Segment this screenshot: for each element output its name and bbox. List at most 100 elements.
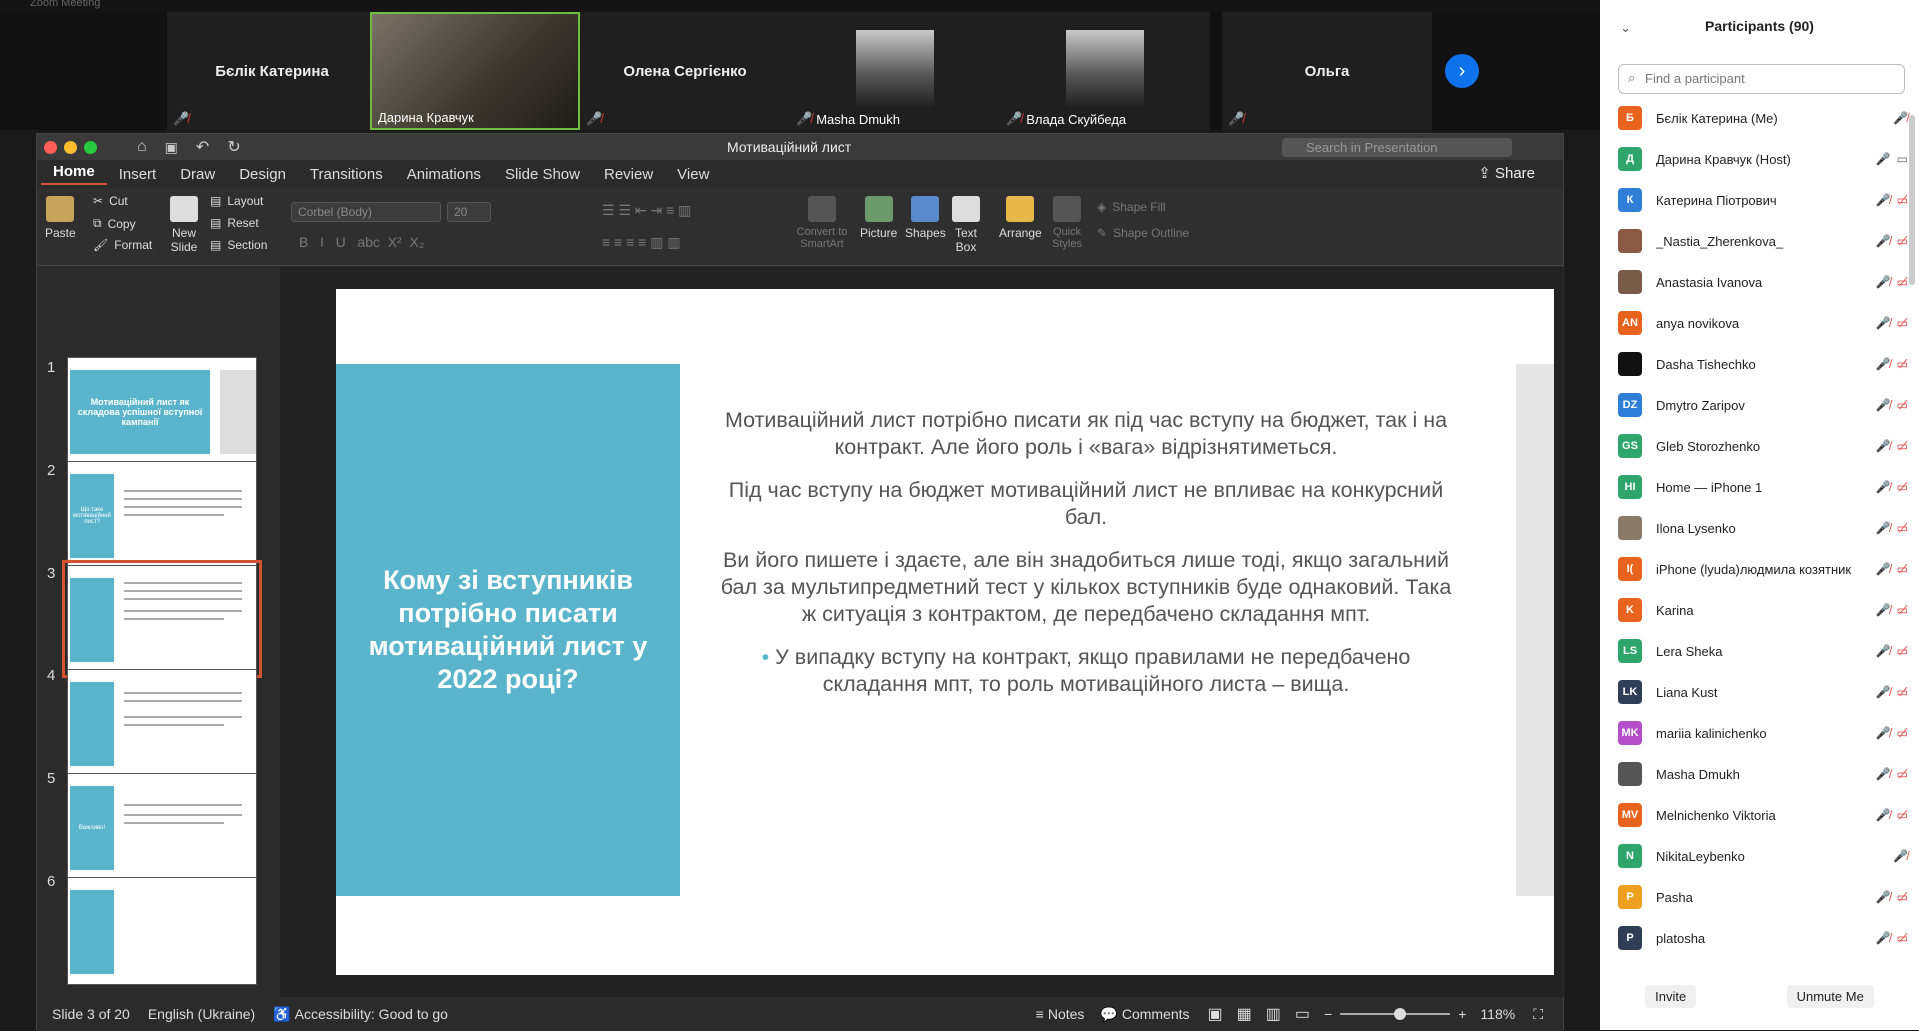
participant-row[interactable]: LK Liana Kust 🎤̸ ▭̸ bbox=[1618, 677, 1908, 707]
participant-row[interactable]: GS Gleb Storozhenko 🎤̸ ▭̸ bbox=[1618, 431, 1908, 461]
tab-draw[interactable]: Draw bbox=[168, 166, 227, 183]
video-tile[interactable]: Бєлік Катерина 🎤̸ bbox=[167, 12, 377, 130]
participant-row[interactable]: I(iPhone (lyuda)людмила козятник 🎤̸ ▭̸ bbox=[1618, 554, 1908, 584]
participant-row[interactable]: AN anya novikova 🎤̸ ▭̸ bbox=[1618, 308, 1908, 338]
participant-row[interactable]: _Nastia_Zherenkova_ 🎤̸ ▭̸ bbox=[1618, 226, 1908, 256]
tab-review[interactable]: Review bbox=[592, 166, 665, 183]
language-indicator[interactable]: English (Ukraine) bbox=[148, 1006, 255, 1022]
share-button[interactable]: ⇪ Share bbox=[1478, 164, 1535, 182]
redo-icon[interactable]: ↻ bbox=[227, 137, 240, 157]
tab-transitions[interactable]: Transitions bbox=[298, 166, 395, 183]
undo-icon[interactable]: ↶ bbox=[196, 137, 209, 157]
tab-insert[interactable]: Insert bbox=[107, 166, 169, 183]
font-family-select[interactable]: Corbel (Body) bbox=[291, 202, 441, 222]
video-tile[interactable]: Ольга 🎤̸ bbox=[1222, 12, 1432, 130]
video-tile[interactable]: 🎤̸ Влада Скуйбеда bbox=[1000, 12, 1210, 130]
participant-row[interactable]: K Karina 🎤̸ ▭̸ bbox=[1618, 595, 1908, 625]
slide-sorter-icon[interactable]: ▦ bbox=[1237, 1004, 1252, 1024]
avatar: DZ bbox=[1618, 393, 1642, 417]
arrange-button[interactable]: Arrange bbox=[999, 196, 1042, 240]
participant-row[interactable]: Б Бєлік Катерина (Me) 🎤̸ bbox=[1618, 103, 1908, 133]
participant-row[interactable]: P Pasha 🎤̸ ▭̸ bbox=[1618, 882, 1908, 912]
slideshow-view-icon[interactable]: ▭ bbox=[1295, 1004, 1310, 1024]
slide-thumbnail[interactable] bbox=[67, 669, 257, 777]
text-box-button[interactable]: Text Box bbox=[951, 196, 981, 254]
quick-styles-button[interactable]: Quick Styles bbox=[1047, 196, 1087, 250]
save-icon[interactable]: ▣ bbox=[165, 139, 178, 156]
search-in-presentation-input[interactable]: Search in Presentation bbox=[1282, 138, 1512, 157]
reset-button[interactable]: ▤ Reset bbox=[210, 216, 259, 230]
section-button[interactable]: ▤ Section bbox=[210, 238, 267, 252]
participant-row[interactable]: Masha Dmukh 🎤̸ ▭̸ bbox=[1618, 759, 1908, 789]
next-page-arrow-icon[interactable]: › bbox=[1445, 54, 1479, 88]
shapes-button[interactable]: Shapes bbox=[905, 196, 946, 240]
zoom-level[interactable]: 118% bbox=[1480, 1006, 1515, 1022]
video-tile[interactable]: 🎤̸ Masha Dmukh bbox=[790, 12, 1000, 130]
picture-button[interactable]: Picture bbox=[860, 196, 897, 240]
slide-3[interactable]: Кому зі вступників потрібно писати мотив… bbox=[336, 289, 1554, 975]
zoom-slider-thumb[interactable] bbox=[1394, 1008, 1407, 1020]
slide-thumbnail[interactable]: Мотиваційний лист як складова успішної в… bbox=[67, 357, 257, 465]
scrollbar[interactable] bbox=[1909, 115, 1915, 285]
slide-thumbnail[interactable] bbox=[67, 877, 257, 985]
zoom-in-icon[interactable]: + bbox=[1458, 1006, 1466, 1022]
shape-outline-button[interactable]: ✎ Shape Outline bbox=[1097, 226, 1189, 240]
paragraph-format-buttons[interactable]: ☰ ☰ ⇤ ⇥ ≡ ▥ bbox=[602, 202, 691, 219]
convert-smartart-button[interactable]: Convert to SmartArt bbox=[792, 196, 852, 250]
notes-button[interactable]: Notes bbox=[1048, 1006, 1085, 1022]
cut-button[interactable]: ✂ Cut bbox=[93, 194, 128, 208]
invite-button[interactable]: Invite bbox=[1645, 985, 1697, 1008]
participant-row[interactable]: Dasha Tishechko 🎤̸ ▭̸ bbox=[1618, 349, 1908, 379]
tab-animations[interactable]: Animations bbox=[395, 166, 493, 183]
slide-thumbnail[interactable]: Що таке мотиваційний лист? bbox=[67, 461, 257, 569]
unmute-me-button[interactable]: Unmute Me bbox=[1786, 985, 1874, 1008]
participant-row[interactable]: Д Дарина Кравчук (Host) 🎤 ▭ bbox=[1618, 144, 1908, 174]
minimize-window-button[interactable] bbox=[64, 140, 77, 154]
camera-off-icon: ▭̸ bbox=[1896, 439, 1908, 453]
paste-button[interactable]: Paste bbox=[45, 196, 76, 240]
brush-icon: 🖌 bbox=[93, 238, 109, 252]
zoom-out-icon[interactable]: − bbox=[1324, 1006, 1332, 1022]
zoom-slider[interactable] bbox=[1340, 1008, 1451, 1020]
tab-home[interactable]: Home bbox=[41, 163, 107, 185]
find-participant-input[interactable]: Find a participant bbox=[1618, 64, 1905, 94]
tab-view[interactable]: View bbox=[665, 166, 721, 183]
tab-slide-show[interactable]: Slide Show bbox=[493, 166, 592, 183]
video-tile[interactable]: Олена Сергієнко 🎤̸ bbox=[580, 12, 790, 130]
tab-design[interactable]: Design bbox=[227, 166, 298, 183]
participant-row[interactable]: MV Melnichenko Viktoria 🎤̸ ▭̸ bbox=[1618, 800, 1908, 830]
reading-view-icon[interactable]: ▥ bbox=[1266, 1004, 1281, 1024]
participant-row[interactable]: DZ Dmytro Zaripov 🎤̸ ▭̸ bbox=[1618, 390, 1908, 420]
new-slide-button[interactable]: New Slide bbox=[164, 196, 204, 254]
font-format-buttons[interactable]: B I U abc X² X₂ bbox=[299, 234, 424, 250]
slide-body-text[interactable]: Мотиваційний лист потрібно писати як під… bbox=[716, 407, 1456, 714]
normal-view-icon[interactable]: ▣ bbox=[1208, 1004, 1223, 1024]
participant-name: Олена Сергієнко bbox=[623, 62, 747, 80]
participant-row[interactable]: MK mariia kalinichenko 🎤̸ ▭̸ bbox=[1618, 718, 1908, 748]
slide-thumbnails-pane[interactable]: 1 Мотиваційний лист як складова успішної… bbox=[37, 267, 272, 997]
format-painter-button[interactable]: 🖌 Format bbox=[93, 238, 152, 252]
participant-row[interactable]: Pplatosha 🎤̸ ▭̸ bbox=[1618, 923, 1908, 953]
home-icon[interactable]: ⌂ bbox=[137, 138, 147, 156]
layout-button[interactable]: ▤ Layout bbox=[210, 194, 263, 208]
maximize-window-button[interactable] bbox=[84, 140, 97, 154]
participant-row[interactable]: Ilona Lysenko 🎤̸ ▭̸ bbox=[1618, 513, 1908, 543]
close-window-button[interactable] bbox=[44, 140, 57, 154]
shape-fill-button[interactable]: ◈ Shape Fill bbox=[1097, 200, 1166, 214]
slide-editing-area[interactable]: Кому зі вступників потрібно писати мотив… bbox=[280, 267, 1565, 997]
slide-thumbnail-selected[interactable] bbox=[62, 560, 262, 678]
video-tile-active-speaker[interactable]: Дарина Кравчук bbox=[370, 12, 580, 130]
comments-button[interactable]: Comments bbox=[1122, 1006, 1190, 1022]
participant-row[interactable]: N NikitaLeybenko 🎤̸ bbox=[1618, 841, 1908, 871]
accessibility-status[interactable]: Accessibility: Good to go bbox=[295, 1006, 448, 1022]
participant-row[interactable]: К Катерина Піотрович 🎤̸ ▭̸ bbox=[1618, 185, 1908, 215]
participant-row[interactable]: HI Home — iPhone 1 🎤̸ ▭̸ bbox=[1618, 472, 1908, 502]
participant-row[interactable]: Anastasia Ivanova 🎤̸ ▭̸ bbox=[1618, 267, 1908, 297]
font-size-select[interactable]: 20 bbox=[447, 202, 491, 222]
alignment-buttons[interactable]: ≡ ≡ ≡ ≡ ▥ ▥ bbox=[602, 234, 681, 251]
copy-button[interactable]: ⧉ Copy bbox=[93, 216, 136, 231]
heading-box[interactable]: Кому зі вступників потрібно писати мотив… bbox=[336, 364, 680, 896]
participant-row[interactable]: LS Lera Sheka 🎤̸ ▭̸ bbox=[1618, 636, 1908, 666]
fit-to-window-icon[interactable]: ⛶ bbox=[1533, 1006, 1543, 1023]
slide-thumbnail[interactable]: Важливо! bbox=[67, 773, 257, 881]
